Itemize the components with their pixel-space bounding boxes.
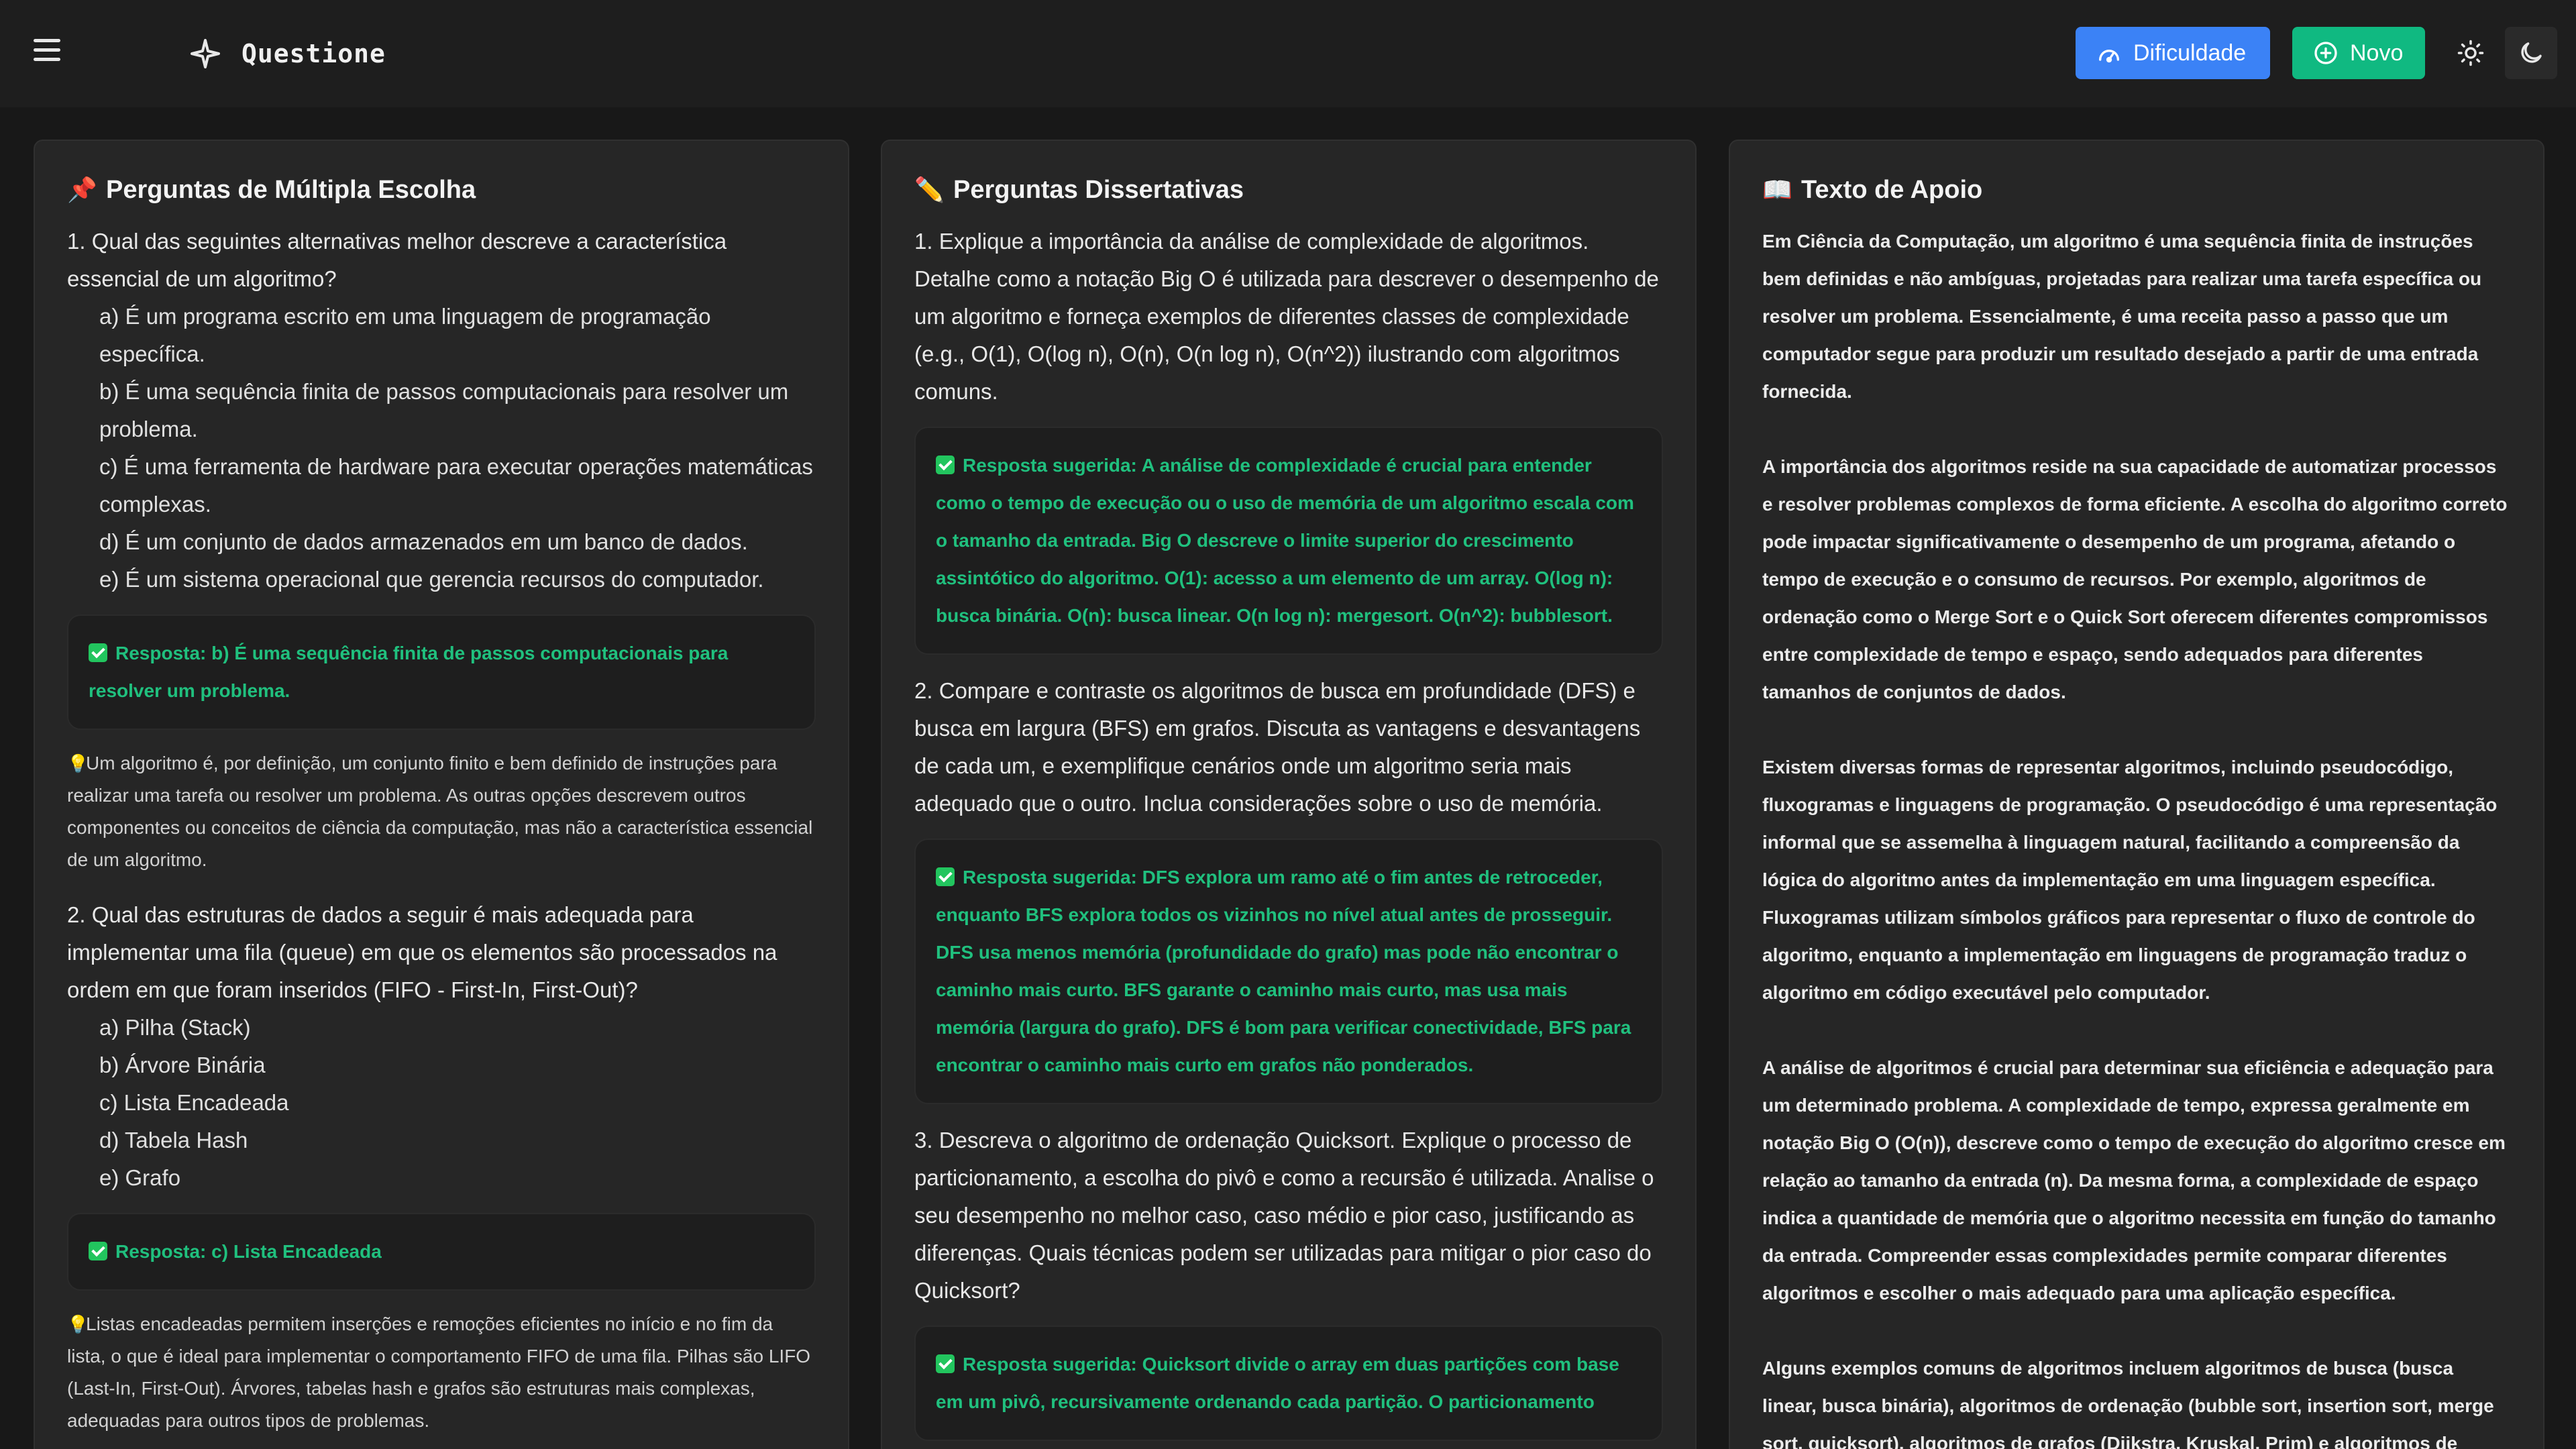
- mc-question-2-options: a) Pilha (Stack) b) Árvore Binária c) Li…: [99, 1009, 816, 1197]
- option: b) É uma sequência finita de passos comp…: [99, 379, 789, 441]
- option: b) Árvore Binária: [99, 1053, 266, 1077]
- check-icon: [89, 1242, 107, 1260]
- gauge-icon: [2099, 50, 2119, 63]
- moon-icon: [2521, 42, 2542, 63]
- app-logo: Questione: [189, 38, 386, 70]
- mc-question-1-options: a) É um programa escrito em uma linguage…: [99, 298, 816, 598]
- essay-answer-2: Resposta sugerida: DFS explora um ramo a…: [914, 839, 1663, 1104]
- option: e) É um sistema operacional que gerencia…: [99, 567, 764, 592]
- option: a) É um programa escrito em uma linguage…: [99, 304, 711, 366]
- multiple-choice-heading: 📌 Perguntas de Múltipla Escolha: [67, 173, 816, 207]
- pin-icon: 📌: [67, 176, 97, 203]
- essay-question-3: 3. Descreva o algoritmo de ordenação Qui…: [914, 1128, 1654, 1303]
- explanation-text: Listas encadeadas permitem inserções e r…: [67, 1313, 811, 1431]
- sun-icon: [2457, 40, 2484, 66]
- difficulty-label: Dificuldade: [2133, 40, 2247, 66]
- essay-question-2: 2. Compare e contraste os algoritmos de …: [914, 678, 1641, 816]
- option: c) Lista Encadeada: [99, 1090, 289, 1115]
- lightbulb-icon: 💡: [67, 753, 89, 773]
- explanation-text: Um algoritmo é, por definição, um conjun…: [67, 753, 813, 870]
- support-paragraph: Em Ciência da Computação, um algoritmo é…: [1762, 231, 2482, 402]
- check-icon: [936, 1354, 955, 1373]
- essay-answer-1: Resposta sugerida: A análise de complexi…: [914, 427, 1663, 655]
- support-paragraph: Alguns exemplos comuns de algoritmos inc…: [1762, 1358, 2494, 1449]
- support-text-panel: 📖 Texto de Apoio Em Ciência da Computaçã…: [1729, 140, 2544, 1449]
- answer-text: Resposta sugerida: DFS explora um ramo a…: [936, 867, 1631, 1075]
- essay-panel: ✏️ Perguntas Dissertativas 1. Explique a…: [881, 140, 1697, 1449]
- support-heading: 📖 Texto de Apoio: [1762, 173, 2511, 207]
- light-theme-button[interactable]: [2445, 27, 2497, 79]
- support-paragraph: A análise de algoritmos é crucial para d…: [1762, 1057, 2506, 1303]
- support-paragraph: A importância dos algoritmos reside na s…: [1762, 456, 2508, 702]
- option: d) É um conjunto de dados armazenados em…: [99, 529, 748, 554]
- mc-answer-1: Resposta: b) É uma sequência finita de p…: [67, 614, 816, 730]
- mc-explanation-2: 💡Listas encadeadas permitem inserções e …: [67, 1308, 816, 1437]
- new-label: Novo: [2350, 40, 2404, 66]
- dark-theme-button[interactable]: [2505, 27, 2557, 79]
- new-button[interactable]: Novo: [2292, 27, 2425, 79]
- check-icon: [936, 867, 955, 886]
- check-icon: [936, 455, 955, 474]
- option: a) Pilha (Stack): [99, 1015, 251, 1040]
- support-paragraph: Existem diversas formas de representar a…: [1762, 757, 2498, 1003]
- mc-question-1: 1. Qual das seguintes alternativas melho…: [67, 229, 727, 291]
- menu-icon[interactable]: [34, 35, 63, 64]
- difficulty-button[interactable]: Dificuldade: [2076, 27, 2270, 79]
- lightbulb-icon: 💡: [67, 1314, 89, 1334]
- multiple-choice-panel: 📌 Perguntas de Múltipla Escolha 1. Qual …: [34, 140, 849, 1449]
- pencil-icon: ✏️: [914, 176, 945, 203]
- check-icon: [89, 643, 107, 662]
- answer-text: Resposta: b) É uma sequência finita de p…: [89, 643, 729, 701]
- answer-text: Resposta sugerida: A análise de complexi…: [936, 455, 1634, 626]
- option: c) É uma ferramenta de hardware para exe…: [99, 454, 813, 517]
- essay-heading: ✏️ Perguntas Dissertativas: [914, 173, 1663, 207]
- plus-circle-icon: [2314, 42, 2337, 64]
- support-title: Texto de Apoio: [1801, 175, 1983, 204]
- mc-explanation-1: 💡Um algoritmo é, por definição, um conju…: [67, 747, 816, 876]
- app-title: Questione: [241, 39, 386, 68]
- answer-text: Resposta: c) Lista Encadeada: [115, 1241, 382, 1262]
- mc-answer-2: Resposta: c) Lista Encadeada: [67, 1213, 816, 1291]
- essay-question-1: 1. Explique a importância da análise de …: [914, 229, 1659, 404]
- top-bar: Questione Dificuldade Novo: [0, 0, 2576, 107]
- option: e) Grafo: [99, 1165, 181, 1190]
- multiple-choice-title: Perguntas de Múltipla Escolha: [106, 175, 476, 204]
- answer-text: Resposta sugerida: Quicksort divide o ar…: [936, 1354, 1619, 1412]
- essay-title: Perguntas Dissertativas: [953, 175, 1244, 204]
- option: d) Tabela Hash: [99, 1128, 248, 1152]
- book-icon: 📖: [1762, 176, 1792, 203]
- sparkle-icon: [191, 39, 220, 68]
- mc-question-2: 2. Qual das estruturas de dados a seguir…: [67, 902, 777, 1002]
- essay-answer-3: Resposta sugerida: Quicksort divide o ar…: [914, 1326, 1663, 1441]
